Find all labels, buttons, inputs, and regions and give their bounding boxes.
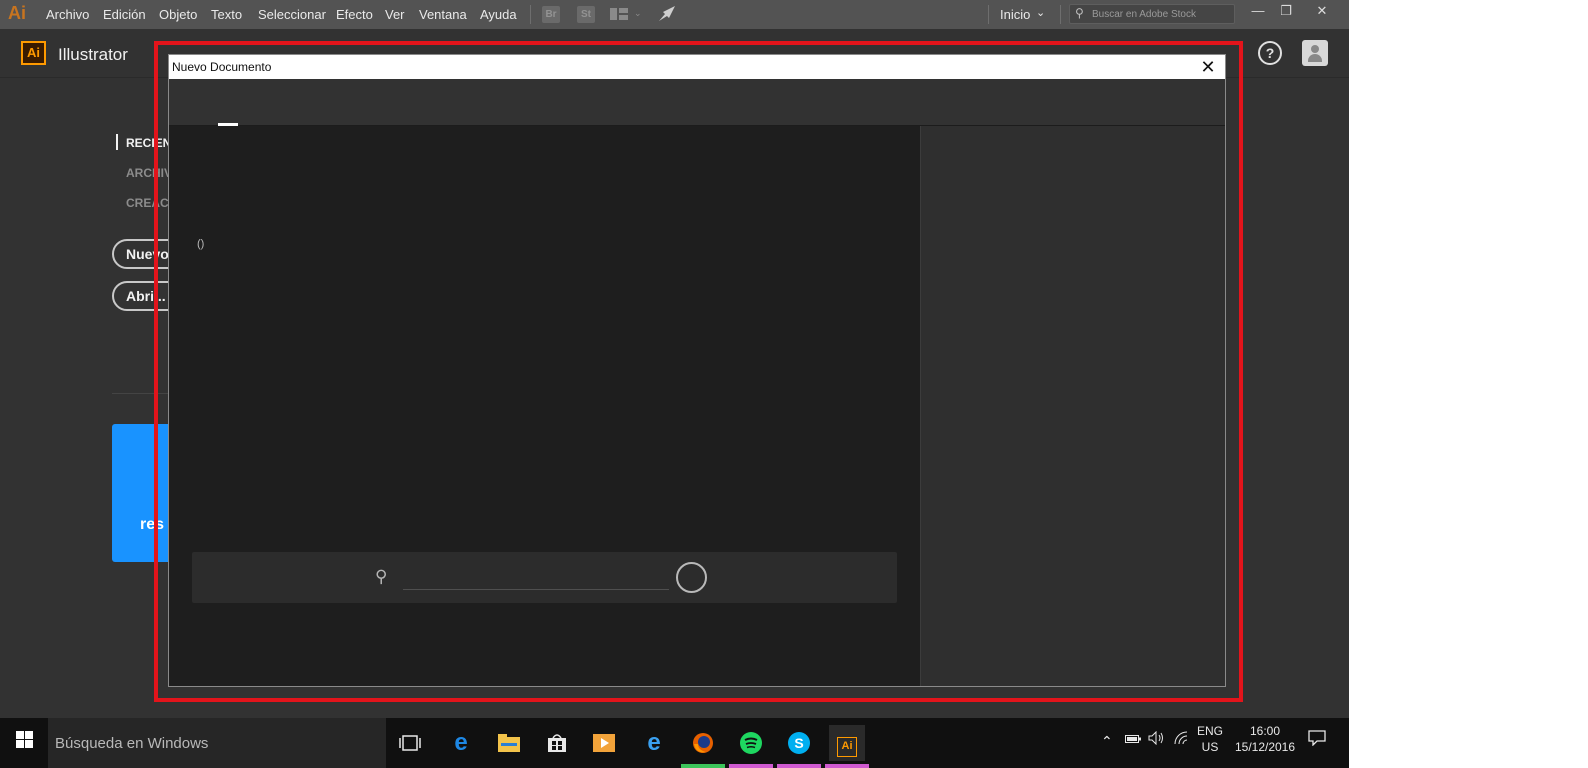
illustrator-taskbar-icon[interactable]: Ai: [829, 725, 865, 761]
new-document-dialog: Nuevo Documento ✕ () ⚲: [168, 54, 1226, 687]
illustrator-taskbar-label: Ai: [837, 737, 857, 757]
dialog-title: Nuevo Documento: [172, 60, 272, 74]
app-name: Illustrator: [58, 45, 128, 64]
go-button[interactable]: [676, 562, 707, 593]
blank-margin: [1349, 0, 1588, 768]
arrange-documents-icon[interactable]: [610, 8, 630, 20]
bridge-icon[interactable]: Br: [542, 6, 560, 23]
gpu-performance-icon[interactable]: [657, 5, 677, 26]
firefox-icon[interactable]: [685, 725, 721, 761]
spotify-running-indicator: [729, 764, 773, 768]
illustrator-logo: Ai: [21, 41, 46, 65]
template-search-bar: ⚲: [192, 552, 897, 603]
preset-count: (): [197, 238, 205, 250]
show-hidden-icons-icon[interactable]: ⌃: [1101, 733, 1113, 750]
input-language[interactable]: ENG US: [1197, 723, 1223, 755]
stock-icon[interactable]: St: [577, 6, 595, 23]
dialog-tabs-bar: [169, 79, 1225, 126]
edge-icon[interactable]: e: [443, 725, 479, 761]
menu-ventana[interactable]: Ventana: [419, 7, 467, 22]
help-icon[interactable]: ?: [1258, 41, 1282, 65]
menu-ayuda[interactable]: Ayuda: [480, 7, 517, 22]
illustrator-running-indicator: [825, 764, 869, 768]
arrange-chevron-icon[interactable]: ⌄: [634, 8, 642, 19]
svg-text:S: S: [794, 735, 803, 751]
menu-separator: [530, 5, 531, 24]
firefox-running-indicator: [681, 764, 725, 768]
restore-button[interactable]: ❐: [1274, 3, 1298, 23]
menu-ver[interactable]: Ver: [385, 7, 405, 22]
menu-texto[interactable]: Texto: [211, 7, 242, 22]
skype-running-indicator: [777, 764, 821, 768]
menu-seleccionar[interactable]: Seleccionar: [258, 7, 326, 22]
action-center-icon[interactable]: [1308, 730, 1326, 749]
dialog-close-icon[interactable]: ✕: [1197, 56, 1219, 78]
clock-time: 16:00: [1249, 724, 1281, 738]
skype-icon[interactable]: S: [781, 725, 817, 761]
clock-date: 15/12/2016: [1234, 740, 1296, 754]
sidebar-active-indicator: [116, 134, 118, 150]
menu-efecto[interactable]: Efecto: [336, 7, 373, 22]
spotify-icon[interactable]: [733, 725, 769, 761]
volume-icon[interactable]: [1148, 730, 1166, 748]
store-icon[interactable]: [539, 725, 575, 761]
wifi-icon[interactable]: [1173, 731, 1189, 748]
windows-start-icon[interactable]: [0, 718, 48, 768]
adobe-stock-search[interactable]: ⚲: [1069, 4, 1235, 24]
preset-details-panel: [920, 126, 1225, 686]
file-explorer-icon[interactable]: [491, 725, 527, 761]
internet-explorer-icon[interactable]: e: [636, 725, 672, 761]
avatar[interactable]: [1302, 40, 1328, 66]
screen: Ai Archivo Edición Objeto Texto Seleccio…: [0, 0, 1349, 768]
template-search-input[interactable]: [403, 564, 669, 590]
workspace-chevron-icon[interactable]: ⌄: [1036, 6, 1045, 19]
menu-archivo[interactable]: Archivo: [46, 7, 89, 22]
region-code: US: [1201, 740, 1219, 754]
windows-search-input[interactable]: [55, 731, 375, 755]
task-view-icon[interactable]: [392, 725, 428, 761]
menu-separator-3: [1060, 5, 1061, 24]
windows-taskbar: e e S Ai ⌃: [0, 718, 1349, 768]
menu-edicion[interactable]: Edición: [103, 7, 146, 22]
ai-menu-logo: Ai: [8, 3, 26, 23]
windows-search-box[interactable]: [48, 718, 386, 768]
search-icon: ⚲: [375, 567, 388, 586]
stock-search-input[interactable]: [1092, 7, 1232, 21]
media-player-icon[interactable]: [586, 725, 622, 761]
dialog-titlebar: Nuevo Documento ✕: [169, 55, 1225, 79]
menu-separator-2: [988, 5, 989, 24]
workspace-switcher[interactable]: Inicio: [1000, 7, 1030, 22]
battery-icon[interactable]: [1125, 732, 1141, 748]
menu-objeto[interactable]: Objeto: [159, 7, 197, 22]
clock[interactable]: 16:00 15/12/2016: [1230, 723, 1300, 755]
close-window-button[interactable]: ✕: [1310, 3, 1334, 23]
language-code: ENG: [1197, 724, 1224, 738]
search-icon: ⚲: [1075, 6, 1084, 20]
menu-bar: Ai Archivo Edición Objeto Texto Seleccio…: [0, 0, 1349, 29]
minimize-button[interactable]: —: [1246, 3, 1270, 23]
